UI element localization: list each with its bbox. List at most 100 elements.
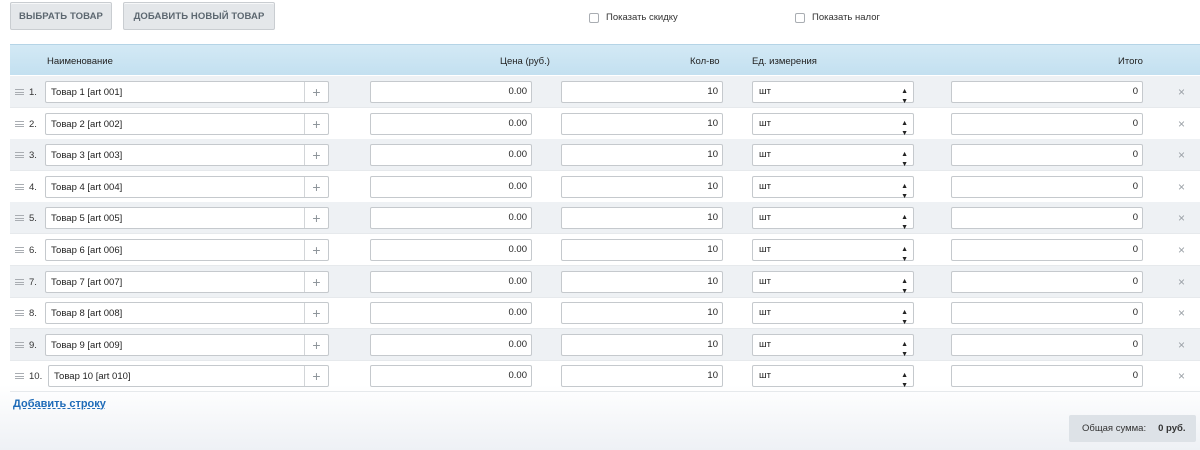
unit-select[interactable]: шт ▲ ▼ [752, 333, 914, 358]
select-arrows-icon: ▲ ▼ [901, 246, 908, 263]
select-product-button[interactable]: ВЫБРАТЬ ТОВАР [10, 2, 112, 30]
quantity-input[interactable]: 10 [561, 239, 723, 261]
table-row: 4. Товар 4 [art 004] +0.00 10 шт ▲ ▼ 0 × [10, 171, 1200, 203]
price-input[interactable]: 0.00 [370, 144, 532, 167]
drag-handle-icon[interactable] [15, 278, 24, 285]
plus-icon[interactable]: + [304, 366, 328, 387]
plus-icon[interactable]: + [304, 113, 328, 134]
add-row-link[interactable]: Добавить строку [13, 398, 106, 410]
plus-icon[interactable]: + [304, 82, 328, 102]
total-input[interactable]: 0 [951, 239, 1143, 261]
delete-row-icon[interactable]: × [1178, 306, 1185, 320]
plus-icon[interactable]: + [304, 303, 328, 324]
drag-handle-icon[interactable] [15, 341, 24, 348]
quantity-input[interactable]: 10 [561, 81, 723, 103]
price-input[interactable]: 0.00 [370, 112, 532, 135]
delete-row-icon[interactable]: × [1178, 369, 1185, 383]
show-discount-checkbox[interactable]: Показать скидку [589, 12, 678, 23]
price-input[interactable]: 0.00 [370, 81, 532, 103]
total-input[interactable]: 0 [951, 333, 1143, 356]
price-input[interactable]: 0.00 [370, 207, 532, 230]
price-input[interactable]: 0.00 [370, 239, 532, 261]
row-number: 6. [29, 245, 37, 256]
unit-select[interactable]: шт ▲ ▼ [752, 81, 914, 105]
product-name-field[interactable]: Товар 6 [art 006] + [45, 239, 329, 261]
plus-icon[interactable]: + [304, 145, 328, 166]
product-name-field[interactable]: Товар 3 [art 003] + [45, 144, 329, 167]
drag-handle-icon[interactable] [15, 373, 24, 380]
delete-row-icon[interactable]: × [1178, 338, 1185, 352]
plus-icon[interactable]: + [304, 208, 328, 229]
drag-handle-icon[interactable] [15, 183, 24, 190]
checkbox-box[interactable] [795, 12, 805, 23]
plus-icon[interactable]: + [304, 240, 328, 260]
row-number: 10. [29, 371, 43, 383]
total-input[interactable]: 0 [951, 81, 1143, 103]
drag-handle-icon[interactable] [15, 310, 24, 317]
total-sum-label: Общая сумма: [1082, 423, 1147, 434]
price-input[interactable]: 0.00 [370, 302, 532, 325]
total-input[interactable]: 0 [951, 175, 1143, 198]
delete-row-icon[interactable]: × [1178, 180, 1185, 194]
product-name-field[interactable]: Товар 9 [art 009] + [45, 333, 329, 356]
product-name-field[interactable]: Товар 1 [art 001] + [45, 81, 329, 103]
price-input[interactable]: 0.00 [370, 365, 532, 388]
drag-handle-icon[interactable] [15, 120, 24, 127]
price-input[interactable]: 0.00 [370, 175, 532, 198]
plus-icon[interactable]: + [304, 271, 328, 292]
unit-select[interactable]: шт ▲ ▼ [752, 207, 914, 231]
delete-row-icon[interactable]: × [1178, 85, 1185, 99]
unit-select[interactable]: шт ▲ ▼ [752, 175, 914, 200]
drag-handle-icon[interactable] [15, 152, 24, 159]
unit-select[interactable]: шт ▲ ▼ [752, 365, 914, 389]
product-name-field[interactable]: Товар 10 [art 010] + [48, 365, 329, 388]
unit-select[interactable]: шт ▲ ▼ [752, 302, 914, 326]
select-arrows-icon: ▲ ▼ [901, 182, 908, 200]
unit-select[interactable]: шт ▲ ▼ [752, 112, 914, 137]
delete-row-icon[interactable]: × [1178, 211, 1185, 225]
drag-handle-icon[interactable] [15, 247, 24, 253]
unit-select-value: шт [759, 244, 771, 255]
table-header: Наименование Цена (руб.) Кол-во Ед. изме… [10, 44, 1200, 75]
plus-icon[interactable]: + [304, 176, 328, 197]
total-input[interactable]: 0 [951, 270, 1143, 293]
delete-row-icon[interactable]: × [1178, 243, 1185, 257]
unit-select-value: шт [759, 180, 771, 192]
quantity-input[interactable]: 10 [561, 207, 723, 230]
total-input[interactable]: 0 [951, 207, 1143, 230]
quantity-input[interactable]: 10 [561, 112, 723, 135]
product-name-field[interactable]: Товар 4 [art 004] + [45, 175, 329, 198]
total-input[interactable]: 0 [951, 365, 1143, 388]
unit-select-value: шт [759, 370, 771, 382]
quantity-input[interactable]: 10 [561, 270, 723, 293]
price-input[interactable]: 0.00 [370, 333, 532, 356]
product-name-field[interactable]: Товар 2 [art 002] + [45, 112, 329, 135]
unit-select[interactable]: шт ▲ ▼ [752, 144, 914, 168]
show-tax-checkbox[interactable]: Показать налог [795, 12, 880, 23]
quantity-input[interactable]: 10 [561, 365, 723, 388]
price-input[interactable]: 0.00 [370, 270, 532, 293]
delete-row-icon[interactable]: × [1178, 117, 1185, 131]
table-row: 9. Товар 9 [art 009] +0.00 10 шт ▲ ▼ 0 × [10, 328, 1200, 361]
quantity-input[interactable]: 10 [561, 333, 723, 356]
quantity-input[interactable]: 10 [561, 144, 723, 167]
product-name-field[interactable]: Товар 8 [art 008] + [45, 302, 329, 325]
total-input[interactable]: 0 [951, 302, 1143, 325]
total-input[interactable]: 0 [951, 112, 1143, 135]
add-new-product-button[interactable]: ДОБАВИТЬ НОВЫЙ ТОВАР [123, 2, 275, 30]
unit-select[interactable]: шт ▲ ▼ [752, 270, 914, 295]
drag-handle-icon[interactable] [15, 89, 24, 95]
unit-select[interactable]: шт ▲ ▼ [752, 239, 914, 263]
delete-row-icon[interactable]: × [1178, 275, 1185, 289]
quantity-input[interactable]: 10 [561, 302, 723, 325]
row-number: 2. [29, 118, 37, 130]
total-input[interactable]: 0 [951, 144, 1143, 167]
quantity-input[interactable]: 10 [561, 175, 723, 198]
checkbox-box[interactable] [589, 12, 599, 23]
product-name-field[interactable]: Товар 5 [art 005] + [45, 207, 329, 230]
delete-row-icon[interactable]: × [1178, 148, 1185, 162]
drag-handle-icon[interactable] [15, 215, 24, 222]
table-row: 3. Товар 3 [art 003] +0.00 10 шт ▲ ▼ 0 × [10, 139, 1200, 172]
product-name-field[interactable]: Товар 7 [art 007] + [45, 270, 329, 293]
plus-icon[interactable]: + [304, 334, 328, 355]
